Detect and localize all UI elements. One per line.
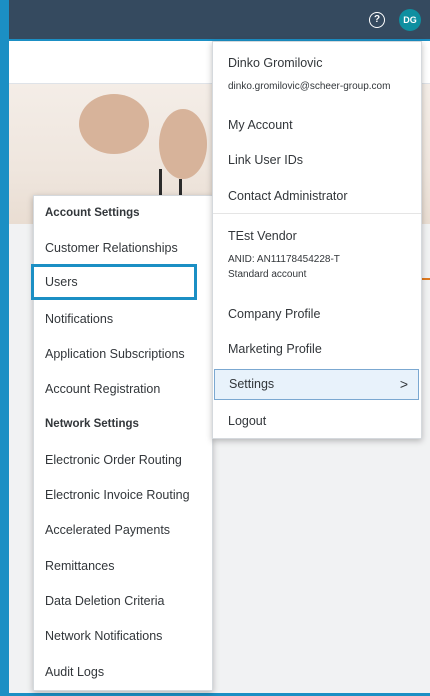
menu-item-logout[interactable]: Logout xyxy=(213,414,421,428)
menu-item-my-account[interactable]: My Account xyxy=(213,118,421,132)
menu-item-settings[interactable]: Settings > xyxy=(214,369,419,400)
menu-item-marketing-profile[interactable]: Marketing Profile xyxy=(213,342,421,356)
account-type: Standard account xyxy=(228,269,307,280)
menu-item-company-profile[interactable]: Company Profile xyxy=(213,307,421,321)
top-bar: ? DG xyxy=(9,0,430,41)
menu-item-account-registration[interactable]: Account Registration xyxy=(34,372,212,407)
menu-item-electronic-invoice-routing[interactable]: Electronic Invoice Routing xyxy=(34,478,212,513)
chair-seat-image xyxy=(159,109,207,179)
user-name: Dinko Gromilovic xyxy=(228,56,323,70)
menu-item-electronic-order-routing[interactable]: Electronic Order Routing xyxy=(34,443,212,478)
settings-submenu: Account Settings Customer Relationships … xyxy=(31,195,213,691)
menu-item-application-subscriptions[interactable]: Application Subscriptions xyxy=(34,337,212,372)
account-settings-header: Account Settings xyxy=(45,207,140,219)
menu-item-link-user-ids[interactable]: Link User IDs xyxy=(213,153,421,167)
settings-label: Settings xyxy=(229,377,275,391)
help-icon[interactable]: ? xyxy=(369,12,385,28)
company-name: TEst Vendor xyxy=(228,229,297,243)
menu-item-customer-relationships[interactable]: Customer Relationships xyxy=(34,231,212,266)
user-email: dinko.gromilovic@scheer-group.com xyxy=(228,81,391,92)
menu-item-data-deletion-criteria[interactable]: Data Deletion Criteria xyxy=(34,584,212,619)
menu-item-accelerated-payments[interactable]: Accelerated Payments xyxy=(34,513,212,548)
chevron-right-icon: > xyxy=(399,376,408,392)
menu-item-notifications[interactable]: Notifications xyxy=(34,302,212,337)
menu-item-network-notifications[interactable]: Network Notifications xyxy=(34,619,212,654)
user-avatar[interactable]: DG xyxy=(399,9,421,31)
menu-item-contact-administrator[interactable]: Contact Administrator xyxy=(213,189,421,203)
chair-seat-image xyxy=(79,94,149,154)
menu-divider xyxy=(213,213,421,214)
network-settings-header: Network Settings xyxy=(45,418,139,430)
account-dropdown: Dinko Gromilovic dinko.gromilovic@scheer… xyxy=(212,41,422,439)
menu-item-remittances[interactable]: Remittances xyxy=(34,549,212,584)
company-anid: ANID: AN11178454228-T xyxy=(228,254,340,265)
menu-item-audit-logs[interactable]: Audit Logs xyxy=(34,655,212,690)
menu-item-users[interactable]: Users xyxy=(31,264,197,300)
